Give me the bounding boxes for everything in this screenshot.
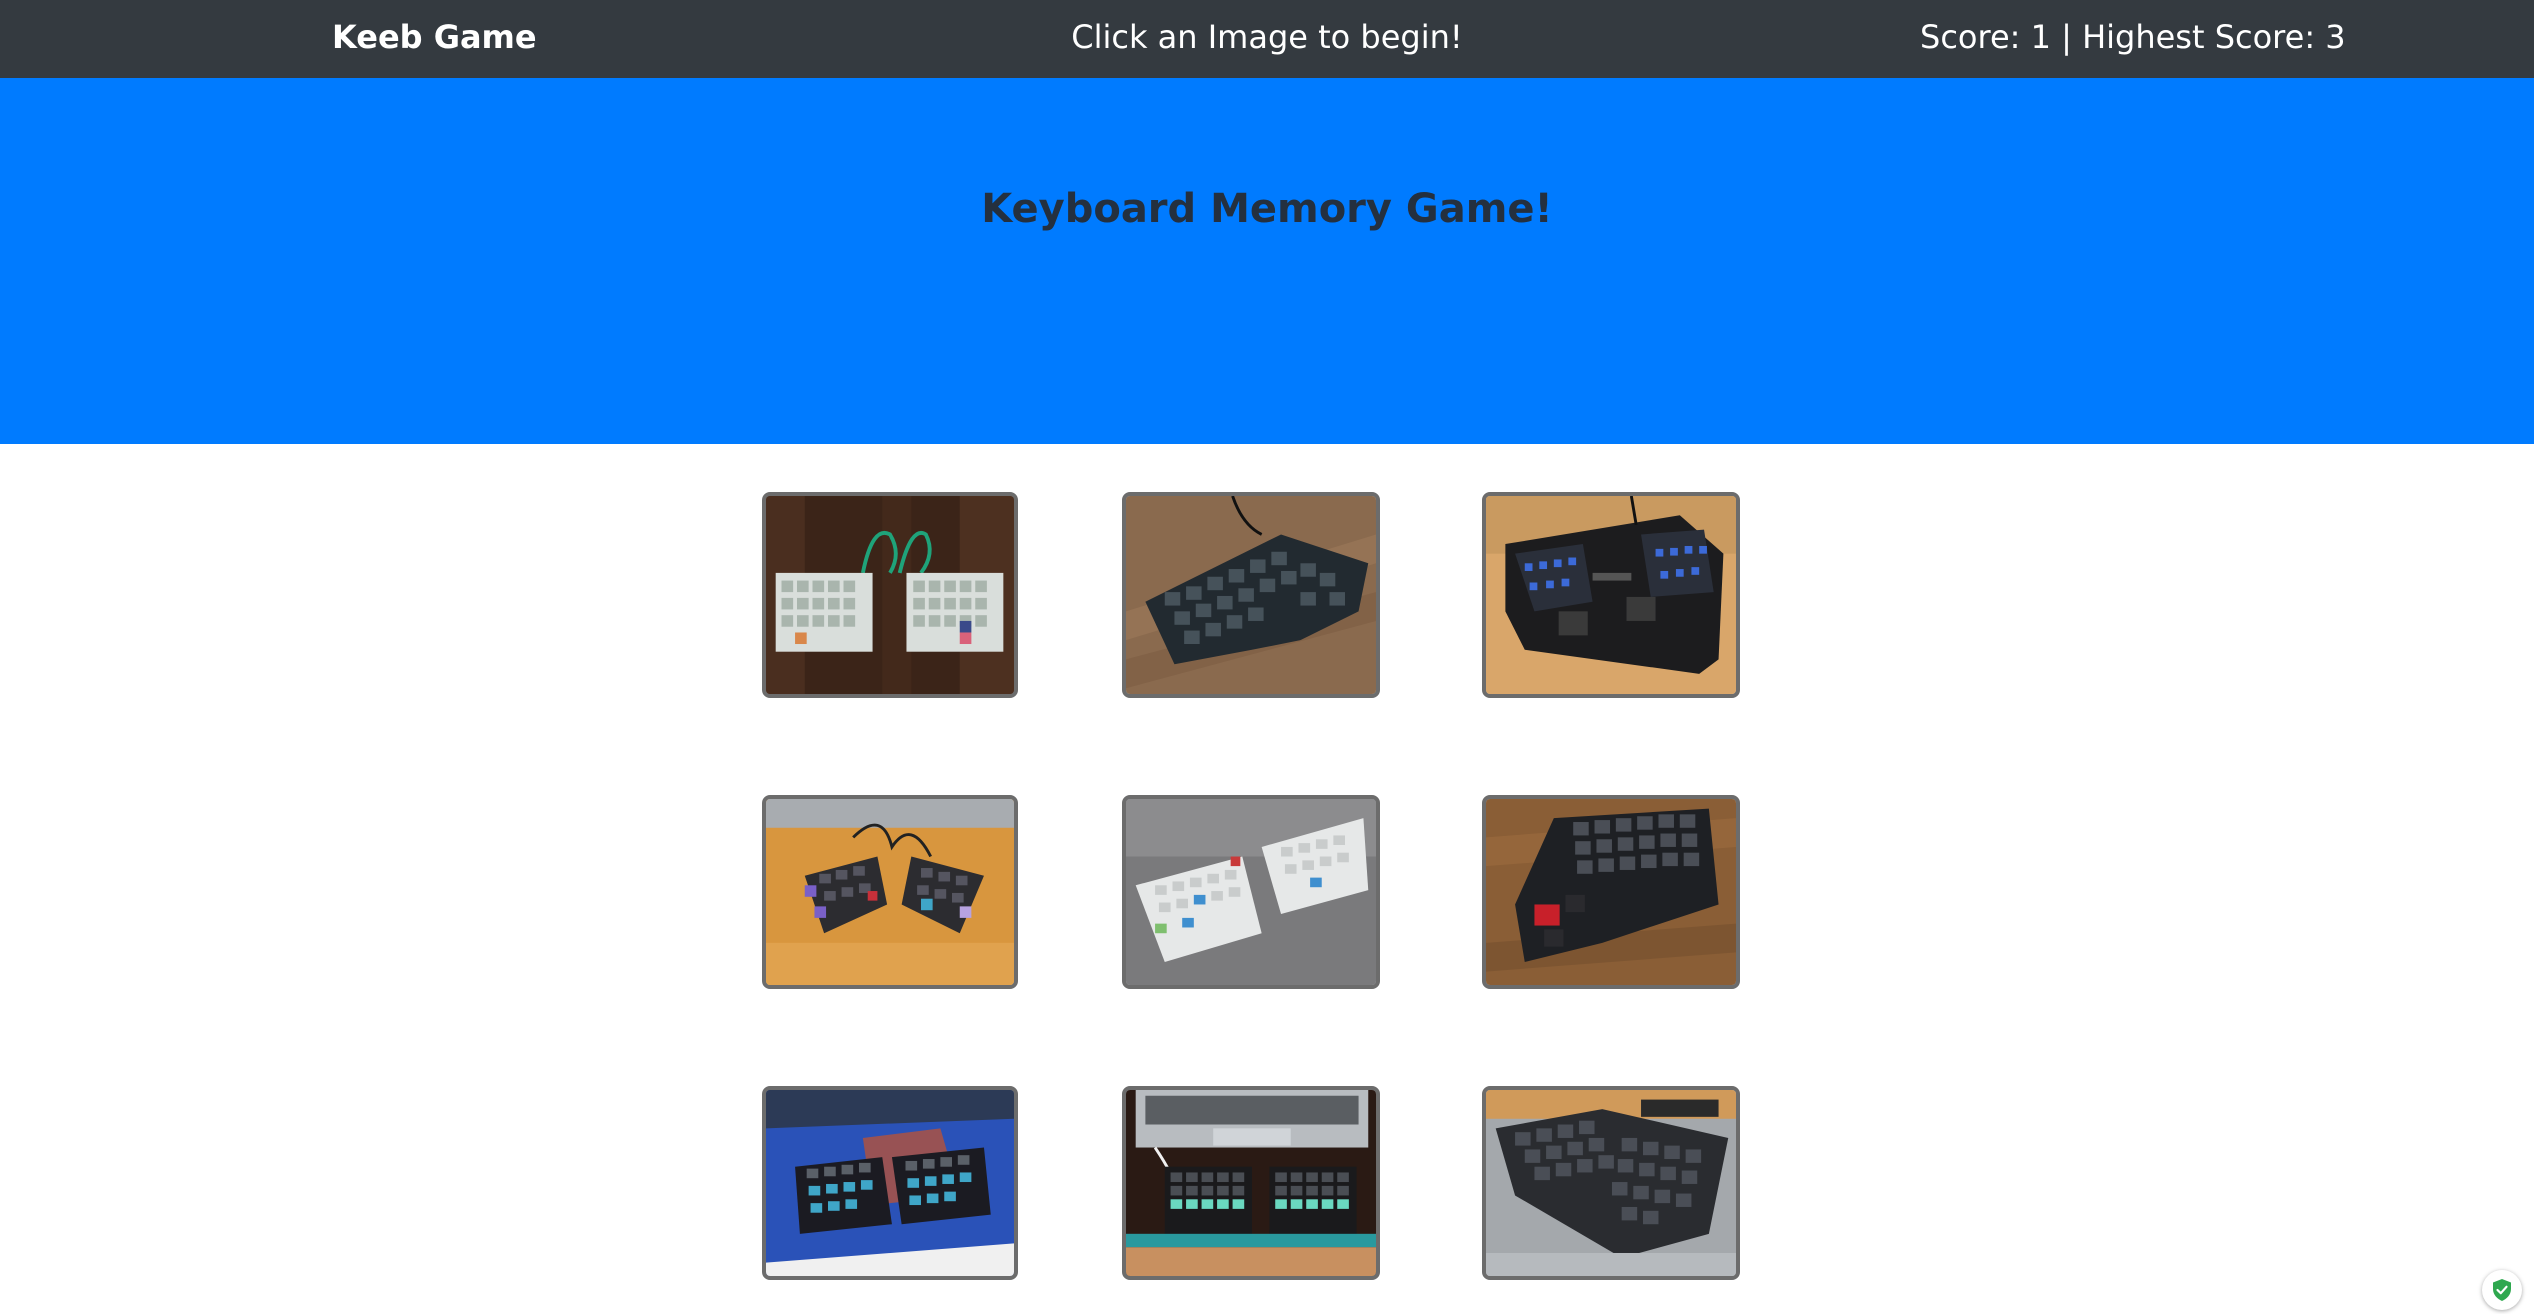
card-ergodox-keyboard[interactable] bbox=[1122, 492, 1380, 698]
keyboard-photo-icon bbox=[1126, 799, 1376, 985]
extension-widget-button[interactable] bbox=[2482, 1270, 2522, 1310]
card-white-split-keyboard[interactable] bbox=[1122, 795, 1380, 989]
keyboard-photo-icon bbox=[1126, 1090, 1376, 1276]
card-kinesis-keyboard[interactable] bbox=[1482, 492, 1740, 698]
keyboard-photo-icon bbox=[766, 496, 1014, 694]
card-split-ortho-keyboard[interactable] bbox=[762, 492, 1018, 698]
jumbotron: Keyboard Memory Game! bbox=[0, 78, 2534, 444]
card-split-keyboard-laptop[interactable] bbox=[1122, 1086, 1380, 1280]
card-split-keyboard-orange-desk[interactable] bbox=[762, 795, 1018, 989]
score-display: Score: 1 | Highest Score: 3 bbox=[1920, 18, 2346, 56]
keyboard-photo-icon bbox=[766, 1090, 1014, 1276]
card-split-keyboard-blue-mat[interactable] bbox=[762, 1086, 1018, 1280]
card-black-ergo-keyboard[interactable] bbox=[1482, 1086, 1740, 1280]
navbar: Keeb Game Click an Image to begin! Score… bbox=[0, 0, 2534, 78]
keyboard-photo-icon bbox=[1486, 799, 1736, 985]
keyboard-photo-icon bbox=[1486, 496, 1736, 694]
keyboard-photo-icon bbox=[1126, 496, 1376, 694]
shield-check-icon bbox=[2493, 1279, 2511, 1301]
keyboard-photo-icon bbox=[1486, 1090, 1736, 1276]
keyboard-photo-icon bbox=[766, 799, 1014, 985]
page-title: Keyboard Memory Game! bbox=[981, 186, 1553, 232]
card-dark-split-keyboard-red-esc[interactable] bbox=[1482, 795, 1740, 989]
